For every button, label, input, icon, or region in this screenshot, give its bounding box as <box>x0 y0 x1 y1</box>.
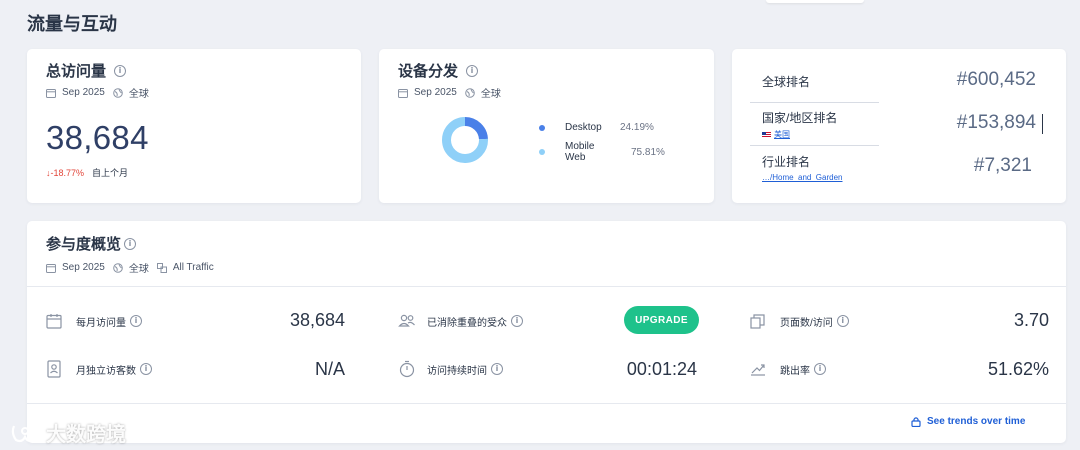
device-meta: Sep 2025 全球 <box>398 85 509 100</box>
rank-country-value: #153,894 <box>956 112 1036 133</box>
info-icon[interactable]: i <box>491 363 503 375</box>
calendar-icon <box>46 314 62 329</box>
info-icon[interactable]: i <box>140 363 152 375</box>
rank-country: 国家/地区排名 美国 #153,894 <box>762 111 1036 139</box>
info-icon[interactable]: i <box>114 64 127 77</box>
change-label: 自上个月 <box>92 168 129 178</box>
see-trends-link[interactable]: See trends over time <box>911 416 1025 427</box>
globe-icon <box>113 262 123 273</box>
stopwatch-icon <box>399 360 415 378</box>
monthly-visits-value: 38,684 <box>289 310 345 330</box>
rank-card: 全球排名 #600,452 国家/地区排名 美国 #153,894 行业排名 …… <box>732 49 1066 203</box>
watermark-logo-icon <box>11 425 39 442</box>
info-icon[interactable]: i <box>511 315 523 327</box>
popup-edge <box>766 0 864 3</box>
engagement-meta: Sep 2025 全球 All Traffic <box>46 260 222 275</box>
engagement-divider-bottom <box>27 403 1066 404</box>
id-card-icon <box>47 360 61 378</box>
calendar-icon <box>398 88 408 98</box>
legend-item-desktop: Desktop 24.19% <box>539 122 665 133</box>
total-visits-meta: Sep 2025 全球 <box>46 85 157 100</box>
divider <box>750 102 879 103</box>
total-visits-card: 总访问量 i Sep 2025 全球 38,684 ↓-18.77% 自上个月 <box>27 49 361 203</box>
unique-visitors-value: N/A <box>314 359 345 379</box>
engagement-title: 参与度概览 i <box>46 233 222 254</box>
rank-industry-value: #7,321 <box>973 155 1032 176</box>
device-donut-chart <box>442 117 488 163</box>
metric-pages-per-visit: 页面数/访问 i <box>750 311 849 331</box>
info-icon[interactable]: i <box>466 64 479 77</box>
metric-unique-visitors: 月独立访客数 i <box>46 359 152 379</box>
rank-global: 全球排名 #600,452 <box>762 69 1036 90</box>
donut-slice-desktop <box>464 117 488 140</box>
total-visits-change: ↓-18.77% 自上个月 <box>46 166 128 179</box>
rank-global-value: #600,452 <box>956 69 1036 90</box>
engagement-divider-top <box>27 286 1066 287</box>
engagement-card: 参与度概览 i Sep 2025 全球 All Traffic <box>27 221 1066 443</box>
divider <box>750 145 879 146</box>
metric-monthly-visits: 每月访问量 i <box>46 311 142 331</box>
lock-icon <box>911 417 921 427</box>
rank-industry: 行业排名 …/Home_and_Garden #7,321 <box>762 153 1036 182</box>
device-card: 设备分发 i Sep 2025 全球 Desktop 24.19% Mobile… <box>379 49 714 203</box>
legend-dot <box>539 149 545 155</box>
metric-bounce-rate: 跳出率 i <box>750 359 826 379</box>
device-title: 设备分发 i <box>398 60 509 81</box>
text-cursor <box>1042 114 1043 134</box>
calendar-icon <box>46 263 56 273</box>
us-flag-icon <box>762 131 771 138</box>
watermark: 大数跨境 <box>10 418 126 447</box>
trend-up-icon <box>751 364 765 376</box>
legend-dot <box>539 124 545 131</box>
total-visits-value: 38,684 <box>46 119 149 156</box>
traffic-icon <box>156 262 167 273</box>
globe-icon <box>465 87 475 98</box>
info-icon[interactable]: i <box>836 315 849 327</box>
device-legend: Desktop 24.19% Mobile Web 75.81% <box>539 122 665 171</box>
calendar-icon <box>46 88 56 98</box>
pages-per-visit-value: 3.70 <box>1013 310 1049 330</box>
upgrade-button[interactable]: UPGRADE <box>624 306 699 334</box>
metric-visit-duration: 访问持续时间 i <box>398 359 503 379</box>
info-icon[interactable]: i <box>814 363 826 375</box>
legend-item-mobile: Mobile Web 75.81% <box>539 141 665 163</box>
globe-icon <box>113 87 123 98</box>
change-value: ↓-18.77% <box>46 167 85 178</box>
info-icon[interactable]: i <box>124 237 137 250</box>
section-title: 流量与互动 <box>27 14 117 34</box>
users-icon <box>398 314 415 327</box>
bounce-rate-value: 51.62% <box>987 359 1049 379</box>
visit-duration-value: 00:01:24 <box>626 359 697 379</box>
info-icon[interactable]: i <box>130 315 142 327</box>
total-visits-title: 总访问量 i <box>46 60 157 81</box>
pages-icon <box>750 314 765 329</box>
metric-dedup-audience: 已消除重叠的受众 i <box>398 311 523 331</box>
